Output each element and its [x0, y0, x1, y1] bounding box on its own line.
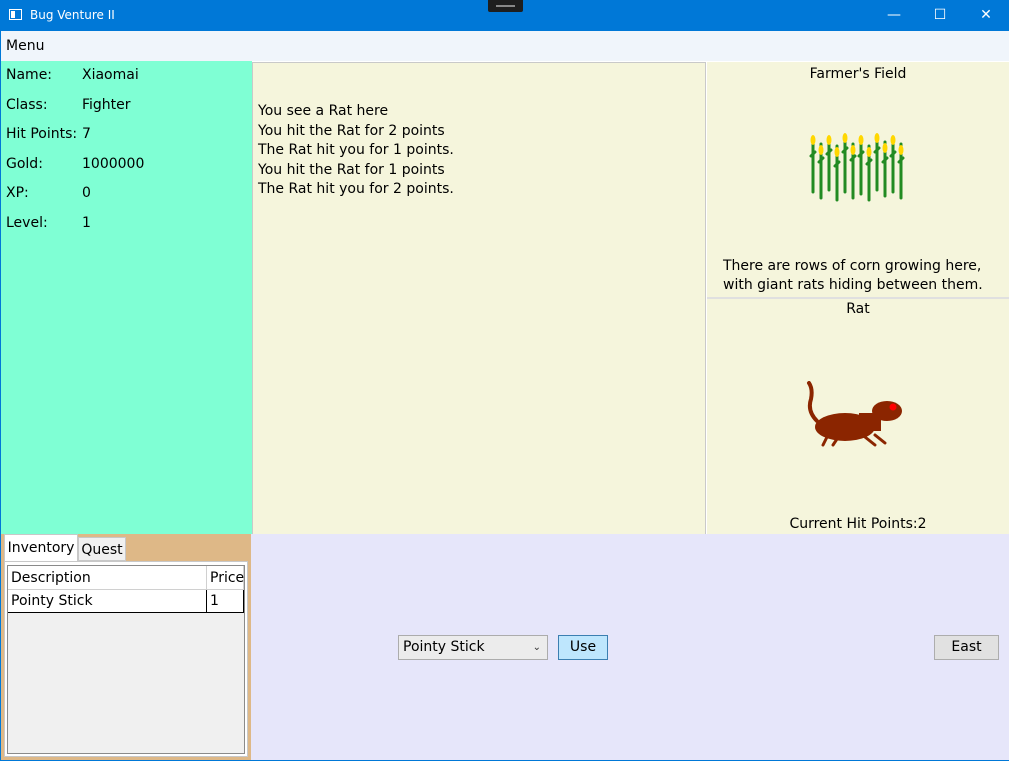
hit-points-value: 7 [82, 126, 91, 142]
game-messages-panel[interactable]: You see a Rat here You hit the Rat for 2… [252, 62, 706, 535]
window-border-left [0, 31, 1, 761]
level-label: Level: [6, 215, 48, 231]
app-icon [9, 9, 22, 20]
tab-quest[interactable]: Quest [78, 537, 126, 561]
xp-value: 0 [82, 185, 91, 201]
column-header-description[interactable]: Description [8, 566, 207, 590]
inventory-cell-description[interactable]: Pointy Stick [8, 590, 207, 613]
message-line: You hit the Rat for 2 points [258, 123, 445, 139]
chevron-down-icon: ⌄ [532, 642, 541, 653]
gold-value: 1000000 [82, 156, 145, 172]
actions-panel: Pointy Stick ⌄ Use East [251, 534, 1009, 761]
location-description: There are rows of corn growing here, wit… [723, 258, 983, 293]
message-line: You see a Rat here [258, 103, 389, 119]
minimize-icon: — [887, 7, 901, 23]
close-button[interactable]: ✕ [963, 0, 1009, 31]
xp-label: XP: [6, 185, 29, 201]
window-title: Bug Venture II [30, 8, 115, 22]
level-value: 1 [82, 215, 91, 231]
class-label: Class: [6, 97, 48, 113]
title-bar: Bug Venture II — ☐ ✕ [0, 0, 1009, 31]
inventory-grid[interactable]: Description Price Pointy Stick 1 [7, 565, 245, 754]
message-line: You hit the Rat for 1 points [258, 162, 445, 178]
hit-points-label: Hit Points: [6, 126, 78, 142]
maximize-icon: ☐ [933, 7, 947, 23]
message-line: The Rat hit you for 1 points. [258, 142, 454, 158]
message-line: The Rat hit you for 2 points. [258, 181, 454, 197]
use-weapon-button[interactable]: Use [558, 635, 608, 660]
class-value: Fighter [82, 97, 131, 113]
window-snap-grip[interactable] [488, 0, 523, 12]
monster-name: Rat [846, 301, 870, 317]
close-icon: ✕ [980, 7, 992, 23]
rat-icon [807, 381, 902, 447]
location-panel: Farmer's Field There are rows of corn gr… [707, 62, 1009, 297]
name-value: Xiaomai [82, 67, 139, 83]
weapon-select[interactable]: Pointy Stick ⌄ [398, 635, 548, 660]
monster-hit-points: Current Hit Points:2 [789, 516, 927, 532]
gold-label: Gold: [6, 156, 43, 172]
weapon-select-value: Pointy Stick [403, 639, 485, 655]
monster-panel: Rat Current Hit Points:2 [707, 299, 1009, 534]
inventory-cell-price[interactable]: 1 [207, 590, 244, 613]
inventory-quest-tabs: Inventory Quest Description Price Pointy… [1, 534, 251, 760]
name-label: Name: [6, 67, 53, 83]
minimize-button[interactable]: — [871, 0, 917, 31]
maximize-button[interactable]: ☐ [917, 0, 963, 31]
player-stats-panel: Name: Xiaomai Class: Fighter Hit Points:… [1, 61, 252, 534]
tab-inventory[interactable]: Inventory [4, 534, 78, 561]
column-header-price[interactable]: Price [207, 566, 244, 590]
corn-field-icon [809, 133, 905, 202]
menu-button[interactable]: Menu [6, 38, 44, 54]
location-name: Farmer's Field [809, 66, 907, 82]
inventory-tab-panel: Description Price Pointy Stick 1 [4, 561, 248, 757]
move-east-button[interactable]: East [934, 635, 999, 660]
menu-bar: Menu [0, 31, 1009, 61]
